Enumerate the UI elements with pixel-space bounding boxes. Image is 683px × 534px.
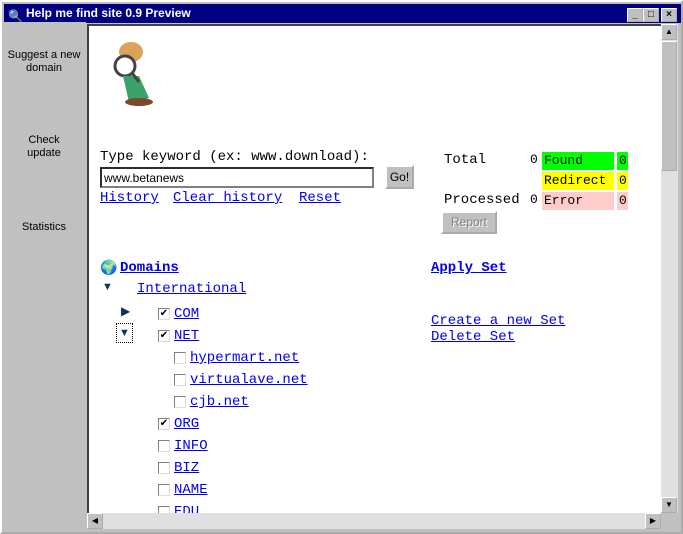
scroll-down-button[interactable]: ▼ xyxy=(661,497,677,513)
scroll-up-button[interactable]: ▲ xyxy=(661,24,677,40)
create-set-link[interactable]: Create a new Set xyxy=(431,313,565,329)
sidebar: Suggest a new domain Check update Statis… xyxy=(2,22,86,530)
domain-link[interactable]: virtualave.net xyxy=(190,372,308,388)
detective-logo xyxy=(113,42,153,106)
domain-checkbox[interactable] xyxy=(158,484,170,496)
keyword-label: Type keyword (ex: www.download): xyxy=(100,149,369,165)
domain-checkbox[interactable] xyxy=(158,440,170,452)
go-button[interactable]: Go! xyxy=(385,165,414,189)
vertical-scroll-thumb[interactable] xyxy=(661,41,677,171)
clear-history-link[interactable]: Clear history xyxy=(173,190,282,206)
main-content: Type keyword (ex: www.download): Go! His… xyxy=(87,24,661,513)
total-value: 0 xyxy=(530,152,538,167)
domain-link[interactable]: NET xyxy=(174,328,199,344)
close-button[interactable]: × xyxy=(661,8,677,22)
delete-set-link[interactable]: Delete Set xyxy=(431,329,515,345)
domain-checkbox[interactable] xyxy=(174,396,186,408)
domain-checkbox[interactable]: ✔ xyxy=(158,308,170,320)
domain-link[interactable]: COM xyxy=(174,306,199,322)
title-bar: 🔍 Help me find site 0.9 Preview _ □ × xyxy=(4,4,681,23)
maximize-button[interactable]: □ xyxy=(643,8,659,22)
found-value: 0 xyxy=(617,152,628,170)
vertical-scrollbar[interactable]: ▲ ▼ xyxy=(661,24,678,513)
scroll-corner xyxy=(661,513,677,529)
domain-checkbox[interactable] xyxy=(174,352,186,364)
domain-checkbox[interactable] xyxy=(158,506,170,513)
domain-link[interactable]: NAME xyxy=(174,482,208,498)
domain-checkbox[interactable] xyxy=(158,462,170,474)
statistics-button[interactable]: Statistics xyxy=(2,221,86,234)
globe-icon: 🌍 xyxy=(100,259,118,275)
keyword-input[interactable] xyxy=(100,167,374,188)
domains-link[interactable]: Domains xyxy=(120,260,179,276)
reset-link[interactable]: Reset xyxy=(299,190,341,206)
processed-label: Processed xyxy=(444,192,520,208)
history-link[interactable]: History xyxy=(100,190,159,206)
report-button[interactable]: Report xyxy=(441,211,497,234)
domain-checkbox[interactable]: ✔ xyxy=(158,418,170,430)
check-update-button[interactable]: Check update xyxy=(2,134,86,160)
total-label: Total xyxy=(444,152,487,168)
domain-link[interactable]: hypermart.net xyxy=(190,350,299,366)
domain-link[interactable]: INFO xyxy=(174,438,208,454)
minimize-button[interactable]: _ xyxy=(627,8,643,22)
domain-link[interactable]: cjb.net xyxy=(190,394,249,410)
error-value: 0 xyxy=(617,192,628,210)
error-label: Error xyxy=(542,192,614,210)
found-label: Found xyxy=(542,152,614,170)
scroll-right-button[interactable]: ▶ xyxy=(645,513,661,529)
apply-set-link[interactable]: Apply Set xyxy=(431,260,507,276)
collapse-net-icon[interactable]: ▼ xyxy=(116,323,133,343)
scroll-left-button[interactable]: ◀ xyxy=(87,513,103,529)
window-title: Help me find site 0.9 Preview xyxy=(26,6,191,20)
expand-com-icon[interactable]: ▶ xyxy=(121,304,130,318)
horizontal-scrollbar[interactable]: ◀ ▶ xyxy=(87,513,661,529)
collapse-international-icon[interactable]: ▼ xyxy=(102,281,113,293)
domain-link[interactable]: ORG xyxy=(174,416,199,432)
processed-value: 0 xyxy=(530,192,538,207)
international-link[interactable]: International xyxy=(137,281,246,297)
redirect-value: 0 xyxy=(617,172,628,190)
domain-checkbox[interactable] xyxy=(174,374,186,386)
domain-link[interactable]: EDU xyxy=(174,504,199,513)
redirect-label: Redirect xyxy=(542,172,614,190)
domain-link[interactable]: BIZ xyxy=(174,460,199,476)
suggest-domain-button[interactable]: Suggest a new domain xyxy=(2,49,86,75)
domain-checkbox[interactable]: ✔ xyxy=(158,330,170,342)
